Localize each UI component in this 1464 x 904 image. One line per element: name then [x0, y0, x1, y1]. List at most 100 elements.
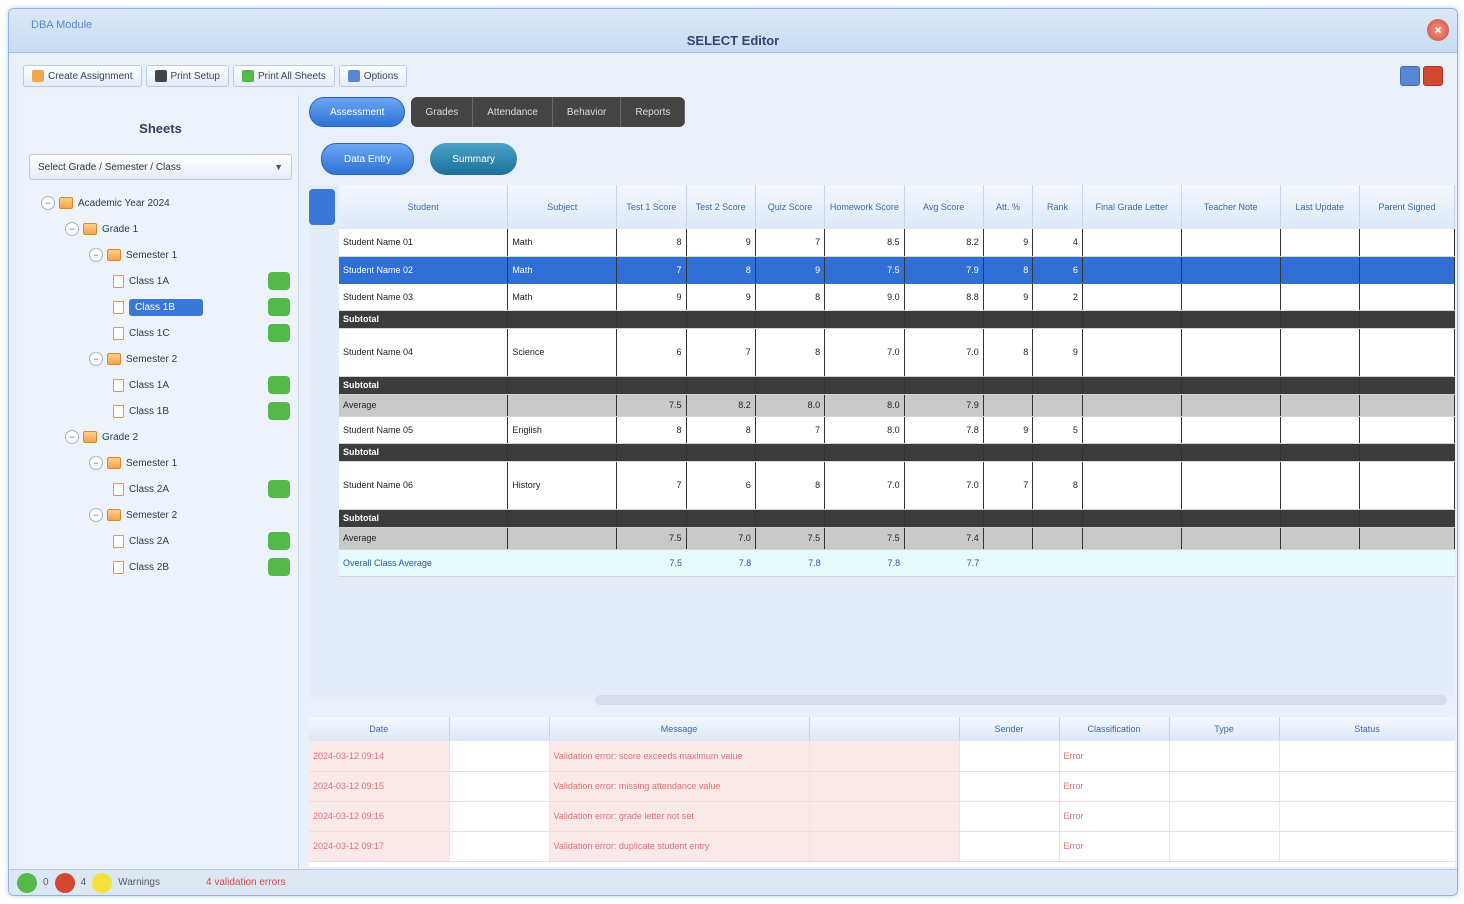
grid-cell[interactable]: 9 [686, 229, 756, 257]
grid-cell[interactable]: 9 [983, 283, 1034, 311]
grid-cell[interactable]: 7.7 [904, 549, 984, 577]
grid-cell[interactable] [1280, 256, 1360, 284]
print-setup-button[interactable]: Print Setup [145, 65, 229, 87]
collapse-icon[interactable]: − [89, 508, 103, 522]
collapse-icon[interactable]: − [89, 352, 103, 366]
table-row[interactable]: Subtotal [339, 310, 1455, 329]
log-row[interactable]: 2024-03-12 09:17 Validation error: duplic… [309, 831, 1455, 862]
column-header[interactable]: Last Update [1280, 185, 1360, 229]
grid-cell[interactable] [1082, 310, 1182, 329]
column-header[interactable]: Sender [959, 717, 1060, 741]
collapse-icon[interactable]: − [89, 456, 103, 470]
grid-cell[interactable] [1181, 416, 1281, 444]
grid-cell[interactable]: 7.5 [824, 256, 905, 284]
tab-assessment[interactable]: Assessment [309, 97, 406, 127]
table-row[interactable]: Student Name 01 Math 8 9 7 8.5 8.2 9 4 [339, 229, 1455, 257]
column-header[interactable]: Test 2 Score [686, 185, 756, 229]
grid-cell[interactable]: 7 [616, 256, 687, 284]
grid-cell[interactable] [983, 310, 1034, 329]
grid-cell[interactable]: 8 [1032, 461, 1083, 510]
grid-cell[interactable]: Student Name 05 [339, 416, 509, 444]
grid-cell[interactable]: 8 [983, 256, 1034, 284]
grid-cell[interactable]: Student Name 06 [339, 461, 509, 510]
grid-cell[interactable] [1181, 509, 1281, 528]
grid-cell[interactable]: 7 [755, 229, 826, 257]
grid-cell[interactable] [1082, 461, 1182, 510]
grid-cell[interactable] [1280, 394, 1360, 417]
log-row[interactable]: 2024-03-12 09:15 Validation error: missin… [309, 771, 1455, 802]
grid-cell[interactable] [983, 549, 1033, 577]
column-header[interactable]: Message [549, 717, 810, 741]
grid-cell[interactable] [1082, 527, 1182, 550]
grid-cell[interactable]: 9 [983, 229, 1034, 257]
grid-cell[interactable] [824, 310, 905, 329]
grid-cell[interactable]: 7.4 [904, 527, 984, 550]
grid-cell[interactable]: 7.8 [904, 416, 984, 444]
grid-cell[interactable]: 4 [1032, 229, 1083, 257]
grid-cell[interactable]: English [507, 416, 618, 444]
tree-node[interactable]: − Semester 2 [23, 346, 298, 372]
grid-cell[interactable]: 5 [1032, 416, 1083, 444]
grid-cell[interactable] [686, 443, 756, 462]
grid-cell[interactable] [616, 443, 687, 462]
grid-cell[interactable] [904, 509, 984, 528]
column-header[interactable]: Parent Signed [1359, 185, 1455, 229]
tree-node[interactable]: Class 2A [23, 476, 298, 502]
grid-cell[interactable] [507, 394, 618, 417]
grid-cell[interactable] [1082, 416, 1182, 444]
grid-cell[interactable]: Overall Class Average [339, 549, 508, 577]
grid-cell[interactable] [824, 509, 905, 528]
grid-cell[interactable] [1032, 376, 1083, 395]
grid-cell[interactable] [1082, 376, 1182, 395]
log-row[interactable]: 2024-03-12 09:14 Validation error: score … [309, 741, 1455, 772]
table-row[interactable]: Student Name 02 Math 7 8 9 7.5 7.9 8 6 [339, 256, 1455, 284]
error-message[interactable]: 4 validation errors [206, 877, 285, 888]
grid-cell[interactable] [1359, 256, 1455, 284]
tree-node[interactable]: Class 1C [23, 320, 298, 346]
exit-icon[interactable] [1423, 66, 1443, 86]
tab-reports[interactable]: Reports [621, 97, 686, 127]
collapse-icon[interactable]: − [41, 196, 55, 210]
grid-cell[interactable] [1082, 443, 1182, 462]
grid-cell[interactable]: 8 [983, 328, 1034, 377]
grid-cell[interactable]: 7.5 [616, 394, 687, 417]
grid-cell[interactable]: 7.8 [755, 549, 825, 577]
grid-cell[interactable] [1181, 443, 1281, 462]
column-header[interactable]: Classification [1059, 717, 1170, 741]
print-all-button[interactable]: Print All Sheets [232, 65, 335, 87]
grid-cell[interactable]: 8.5 [824, 229, 905, 257]
column-header[interactable]: Student [339, 185, 509, 229]
grid-cell[interactable] [1181, 229, 1281, 257]
grid-cell[interactable] [1032, 394, 1083, 417]
grid-cell[interactable]: Average [339, 527, 509, 550]
grid-cell[interactable] [983, 394, 1034, 417]
column-header[interactable]: Quiz Score [755, 185, 826, 229]
grid-cell[interactable] [1032, 527, 1083, 550]
grid-cell[interactable] [1082, 394, 1182, 417]
grid-cell[interactable]: Subtotal [339, 376, 509, 395]
tree-node[interactable]: Class 1A [23, 268, 298, 294]
tab-summary[interactable]: Summary [430, 143, 518, 175]
grid-cell[interactable]: 8 [755, 461, 826, 510]
grid-corner-button[interactable] [309, 189, 335, 225]
grid-cell[interactable] [1359, 310, 1455, 329]
grid-cell[interactable] [1181, 549, 1281, 577]
grid-cell[interactable] [686, 310, 756, 329]
grid-cell[interactable]: 7.5 [616, 527, 687, 550]
tree-node[interactable]: − Semester 2 [23, 502, 298, 528]
table-row[interactable]: Subtotal [339, 376, 1455, 395]
options-button[interactable]: Options [338, 65, 408, 87]
grid-cell[interactable]: Subtotal [339, 443, 509, 462]
grid-cell[interactable]: 7.9 [904, 394, 984, 417]
grid-cell[interactable] [1280, 416, 1360, 444]
grid-cell[interactable]: 9 [616, 283, 687, 311]
tree-node[interactable]: − Semester 1 [23, 242, 298, 268]
grid-cell[interactable]: 9 [983, 416, 1034, 444]
grid-cell[interactable] [1280, 283, 1360, 311]
tree-node[interactable]: Class 2B [23, 554, 298, 580]
grid-cell[interactable] [1032, 509, 1083, 528]
table-row[interactable]: Student Name 04 Science 6 7 8 7.0 7.0 8 9 [339, 328, 1455, 377]
close-button[interactable]: × [1427, 19, 1449, 41]
grid-cell[interactable] [1280, 229, 1360, 257]
grid-cell[interactable] [616, 310, 687, 329]
